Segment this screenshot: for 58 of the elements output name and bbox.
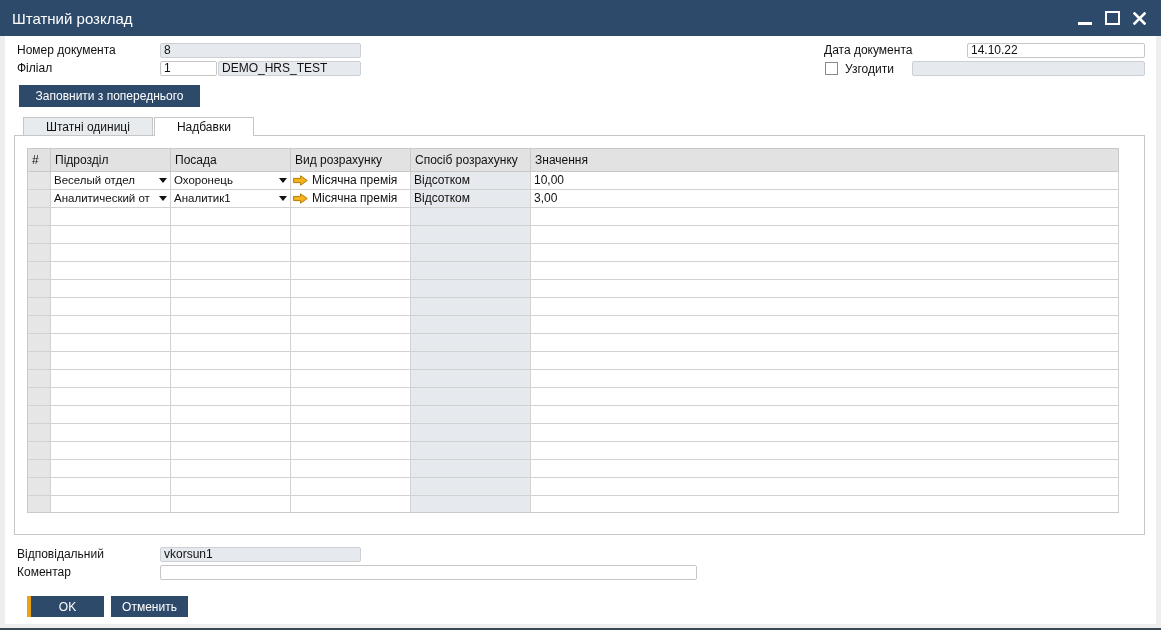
caret-icon[interactable] [159, 178, 167, 183]
row-header-cell[interactable] [28, 442, 51, 460]
tab[interactable]: Надбавки [153, 117, 254, 136]
arrow-icon[interactable] [293, 193, 308, 204]
cancel-button[interactable]: Отменить [111, 596, 188, 617]
row-header-cell[interactable] [28, 190, 51, 208]
row-header-cell[interactable] [28, 388, 51, 406]
field-label: Номер документа [17, 43, 117, 58]
row-header-cell[interactable] [28, 208, 51, 226]
field-label: Філіал [17, 61, 54, 76]
dropdown-field[interactable]: Аналитик1 [171, 190, 291, 208]
row-header-cell[interactable] [28, 262, 51, 280]
table-cell: 3,00 [531, 190, 1119, 208]
caret-icon[interactable] [279, 196, 287, 201]
input-field[interactable] [160, 565, 697, 580]
cell-text: Місячна премія [312, 172, 398, 189]
checkbox-label: Узгодити [845, 61, 894, 76]
column-header: Значення [531, 149, 1119, 172]
maximize-icon[interactable] [1105, 11, 1120, 25]
table-cell: 10,00 [531, 172, 1119, 190]
row-header-cell[interactable] [28, 316, 51, 334]
row-header-cell[interactable] [28, 478, 51, 496]
ok-button[interactable]: OK [27, 596, 104, 617]
row-header-cell[interactable] [28, 460, 51, 478]
cell-text: Місячна премія [312, 190, 398, 207]
row-header-cell[interactable] [28, 334, 51, 352]
table-cell: Відсотком [411, 172, 531, 190]
close-icon[interactable] [1133, 11, 1146, 25]
field-label: Відповідальний [17, 547, 105, 562]
table-cell: Відсотком [411, 190, 531, 208]
row-header-cell[interactable] [28, 280, 51, 298]
row-header-cell[interactable] [28, 352, 51, 370]
column-header: Вид розрахунку [291, 149, 411, 172]
field-label: Коментар [17, 565, 72, 580]
caret-icon[interactable] [279, 178, 287, 183]
fill-from-previous-button[interactable]: Заповнити з попереднього [19, 85, 200, 107]
window-title: Штатний розклад [12, 9, 133, 27]
caret-icon[interactable] [159, 196, 167, 201]
input-field[interactable]: 14.10.22 [967, 43, 1145, 58]
row-header-cell[interactable] [28, 172, 51, 190]
row-header-cell[interactable] [28, 496, 51, 512]
column-header: Посада [171, 149, 291, 172]
tab[interactable]: Штатні одиниці [23, 117, 153, 135]
arrow-icon[interactable] [293, 175, 308, 186]
column-header: Підрозділ [51, 149, 171, 172]
field-label: Дата документа [824, 43, 914, 58]
checkbox[interactable] [825, 62, 838, 75]
dropdown-field[interactable]: Веселый отдел [51, 172, 171, 190]
row-header-cell[interactable] [28, 370, 51, 388]
row-header-cell[interactable] [28, 244, 51, 262]
row-header-cell[interactable] [28, 298, 51, 316]
row-header-cell[interactable] [28, 424, 51, 442]
dropdown-field[interactable]: Охоронець [171, 172, 291, 190]
row-header-cell[interactable] [28, 406, 51, 424]
input-field[interactable]: 1 [160, 61, 217, 76]
dropdown-field[interactable]: Аналитический от [51, 190, 171, 208]
row-header-cell[interactable] [28, 226, 51, 244]
minimize-icon[interactable] [1078, 21, 1092, 25]
